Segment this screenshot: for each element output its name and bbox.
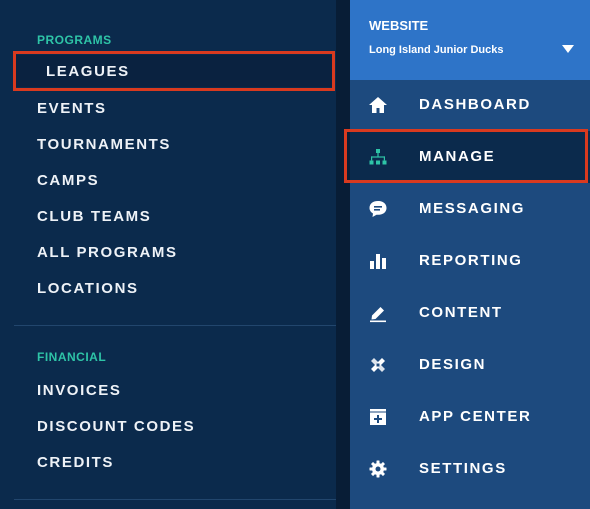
nav-item-label: APP CENTER	[419, 408, 532, 425]
nav-item-manage[interactable]: MANAGE	[350, 131, 590, 183]
submenu-item-invoices[interactable]: INVOICES	[37, 382, 121, 399]
submenu-item-discount-codes[interactable]: DISCOUNT CODES	[37, 418, 195, 435]
caret-down-icon	[562, 45, 574, 53]
section-divider	[14, 499, 336, 500]
org-chart-icon	[368, 147, 388, 167]
submenu-item-all-programs[interactable]: ALL PROGRAMS	[37, 244, 178, 261]
gear-icon	[368, 459, 388, 479]
chat-icon	[368, 199, 388, 219]
panel-gutter	[336, 0, 350, 509]
nav-item-content[interactable]: CONTENT	[350, 287, 590, 339]
home-icon	[368, 95, 388, 115]
nav-item-reporting[interactable]: REPORTING	[350, 235, 590, 287]
nav-item-label: CONTENT	[419, 304, 503, 321]
submenu-item-label: LEAGUES	[46, 63, 130, 80]
nav-item-label: MESSAGING	[419, 200, 526, 217]
nav-item-settings[interactable]: SETTINGS	[350, 443, 590, 495]
design-tools-icon	[368, 355, 388, 375]
nav-item-dashboard[interactable]: DASHBOARD	[350, 79, 590, 131]
submenu-item-tournaments[interactable]: TOURNAMENTS	[37, 136, 171, 153]
nav-item-label: DASHBOARD	[419, 96, 531, 113]
financial-heading: FINANCIAL	[37, 350, 107, 364]
nav-item-label: SETTINGS	[419, 460, 507, 477]
app-center-icon	[368, 407, 388, 427]
programs-submenu: PROGRAMS LEAGUES EVENTS TOURNAMENTS CAMP…	[0, 0, 343, 509]
website-name: Long Island Junior Ducks	[369, 44, 504, 56]
section-divider	[14, 325, 336, 326]
website-selector[interactable]: WEBSITE Long Island Junior Ducks	[350, 0, 590, 80]
submenu-item-club-teams[interactable]: CLUB TEAMS	[37, 208, 151, 225]
nav-item-label: MANAGE	[419, 148, 496, 165]
nav-item-app-center[interactable]: APP CENTER	[350, 391, 590, 443]
bar-chart-icon	[368, 251, 388, 271]
submenu-item-events[interactable]: EVENTS	[37, 100, 107, 117]
nav-item-messaging[interactable]: MESSAGING	[350, 183, 590, 235]
website-label: WEBSITE	[369, 18, 429, 33]
nav-item-design[interactable]: DESIGN	[350, 339, 590, 391]
submenu-item-credits[interactable]: CREDITS	[37, 454, 114, 471]
pencil-icon	[368, 303, 388, 323]
main-nav: WEBSITE Long Island Junior Ducks DASHBOA…	[344, 0, 590, 509]
nav-item-label: REPORTING	[419, 252, 523, 269]
submenu-item-camps[interactable]: CAMPS	[37, 172, 99, 189]
submenu-item-locations[interactable]: LOCATIONS	[37, 280, 139, 297]
submenu-item-leagues[interactable]: LEAGUES	[16, 55, 334, 87]
programs-heading: PROGRAMS	[37, 33, 112, 47]
nav-item-label: DESIGN	[419, 356, 487, 373]
